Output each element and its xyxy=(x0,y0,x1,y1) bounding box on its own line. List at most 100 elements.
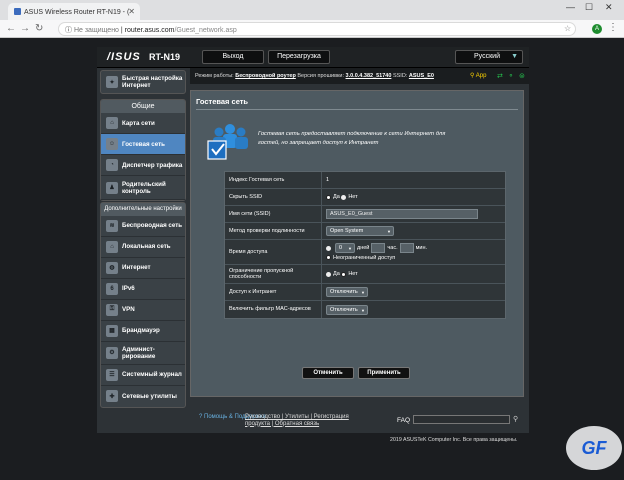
forward-icon[interactable]: → xyxy=(20,23,30,34)
hours-input[interactable] xyxy=(371,243,386,253)
app-link[interactable]: ⚲ App xyxy=(470,72,486,79)
back-icon[interactable]: ← xyxy=(6,23,16,34)
network-status-icon[interactable]: ⇄ xyxy=(497,72,503,80)
mode-link[interactable]: Беспроводной роутер xyxy=(235,73,296,79)
sidebar-item-network-tools[interactable]: ✚ Сетевые утилиты xyxy=(101,386,185,407)
auth-select[interactable]: Open System ▼ xyxy=(326,226,394,236)
days-select[interactable]: 0 ▼ xyxy=(335,243,355,253)
page-title: Гостевая сеть xyxy=(196,97,249,106)
sidebar-item-vpn[interactable]: ⚿ VPN xyxy=(101,300,185,321)
minutes-input[interactable] xyxy=(399,243,414,253)
time-limit-radio[interactable] xyxy=(326,245,331,251)
browser-tab[interactable]: ASUS Wireless Router RT-N19 - (✕ xyxy=(8,3,140,20)
apply-button[interactable]: Применить xyxy=(358,367,410,379)
url-path: /Guest_network.asp xyxy=(174,27,237,34)
sidebar-item-ipv6[interactable]: 6 IPv6 xyxy=(101,279,185,300)
no-label: Нет xyxy=(348,271,358,277)
chevron-down-icon: ▼ xyxy=(361,290,365,295)
sidebar-item-wan[interactable]: ◍ Интернет xyxy=(101,258,185,279)
guest-users-icon xyxy=(207,124,248,160)
auth-label: Метод проверки подлинности xyxy=(229,228,305,234)
watermark-logo: GF xyxy=(566,426,622,470)
globe-icon: ◍ xyxy=(106,261,118,274)
sidebar-label: Гостевая сеть xyxy=(122,140,165,148)
faq-search-input[interactable] xyxy=(413,415,510,424)
sidebar-item-guest-network[interactable]: ☺ Гостевая сеть xyxy=(101,134,185,155)
hide-ssid-no-radio[interactable] xyxy=(341,194,347,200)
traffic-icon: ◔ xyxy=(106,159,118,171)
form-row-auth: Метод проверки подлинности Open System ▼ xyxy=(225,223,505,240)
form-row-intranet: Доступ к Интранет Отключить ▼ xyxy=(225,284,505,301)
footer-links[interactable]: Руководство | Утилиты | Регистрация проду… xyxy=(245,414,349,427)
guest-network-icon: ☺ xyxy=(106,138,118,150)
days-label: дней xyxy=(357,245,370,251)
parental-icon: ♟ xyxy=(106,181,118,194)
mode-label: Режим работы: xyxy=(195,73,234,79)
sidebar-item-network-map[interactable]: ⌂ Карта сети xyxy=(101,113,185,134)
url-field[interactable]: ⓘ Не защищено | router.asus.com/Guest_ne… xyxy=(58,22,576,36)
close-tab-icon[interactable]: ✕ xyxy=(128,7,135,16)
bandwidth-yes-radio[interactable] xyxy=(326,271,331,277)
index-value: 1 xyxy=(326,177,330,183)
yes-label: Да xyxy=(333,194,340,200)
wifi-status-icon[interactable]: ⊜ xyxy=(519,72,525,80)
sidebar-item-parental-control[interactable]: ♟ Родительский контроль xyxy=(101,176,185,200)
sidebar-item-system-log[interactable]: ☰ Системный журнал xyxy=(101,365,185,386)
footer-links-line2[interactable]: продукта | Обратная связь xyxy=(245,421,349,428)
search-icon[interactable]: ⚲ xyxy=(513,415,518,423)
intranet-select[interactable]: Отключить ▼ xyxy=(326,287,368,297)
access-time-label: Время доступа xyxy=(229,249,268,255)
quick-setup-box[interactable]: ✦ Быстрая настройка Интернет xyxy=(100,70,186,94)
language-select[interactable]: Русский ▼ xyxy=(455,50,523,64)
sidebar-item-administration[interactable]: ⚙ Админист-рирование xyxy=(101,342,185,365)
copyright: 2019 ASUSTeK Computer Inc. Все права защ… xyxy=(390,437,518,443)
logout-button[interactable]: Выход xyxy=(202,50,264,64)
lan-icon: ⌂ xyxy=(106,240,118,253)
admin-icon: ⚙ xyxy=(106,346,118,359)
hide-ssid-yes-radio[interactable] xyxy=(326,194,331,200)
close-window-icon[interactable]: ✕ xyxy=(605,2,613,13)
sidebar-item-lan[interactable]: ⌂ Локальная сеть xyxy=(101,237,185,258)
footer-links-line1[interactable]: Руководство | Утилиты | Регистрация xyxy=(245,414,349,421)
intranet-label: Доступ к Интранет xyxy=(229,289,277,295)
avatar[interactable]: A xyxy=(592,24,602,34)
menu-icon[interactable]: ⋮ xyxy=(608,22,618,33)
ssid-link[interactable]: ASUS_E0 xyxy=(409,73,434,79)
ssid-label: SSID: xyxy=(392,73,408,79)
form-row-index: Индекс Гостевая сеть 1 xyxy=(225,172,505,189)
unlimited-radio[interactable] xyxy=(326,255,331,260)
wifi-icon: ≋ xyxy=(106,219,118,232)
usb-status-icon[interactable]: ⚬ xyxy=(508,72,514,80)
general-heading: Общие xyxy=(101,100,185,113)
reload-icon[interactable]: ↻ xyxy=(35,23,43,34)
sidebar-item-quick-setup[interactable]: ✦ Быстрая настройка Интернет xyxy=(101,71,185,93)
sidebar-label: Брандмауэр xyxy=(122,327,160,334)
minimize-icon[interactable]: — xyxy=(566,2,575,12)
no-label: Нет xyxy=(348,194,358,200)
sidebar-item-wireless[interactable]: ≋ Беспроводная сеть xyxy=(101,216,185,237)
mac-filter-label: Включить фильтр MAC-адресов xyxy=(229,306,311,312)
bandwidth-no-radio[interactable] xyxy=(341,271,347,277)
fw-label: Версия прошивки: xyxy=(297,73,344,79)
wizard-icon: ✦ xyxy=(106,76,118,88)
maximize-icon[interactable]: ☐ xyxy=(585,2,593,13)
ssid-input[interactable]: ASUS_E0_Guest xyxy=(326,209,478,219)
cancel-button[interactable]: Отменить xyxy=(302,367,354,379)
reboot-button[interactable]: Перезагрузка xyxy=(268,50,330,64)
favicon-icon xyxy=(14,8,21,15)
sidebar-item-traffic-manager[interactable]: ◔ Диспетчер трафика xyxy=(101,155,185,176)
sidebar-label: Карта сети xyxy=(122,119,155,127)
not-secure-label: Не защищено xyxy=(73,27,119,34)
sidebar-label: Диспетчер трафика xyxy=(122,161,183,169)
auth-value: Open System xyxy=(330,228,364,234)
sidebar-item-firewall[interactable]: ▦ Брандмауэр xyxy=(101,321,185,342)
network-map-icon: ⌂ xyxy=(106,117,118,129)
mac-filter-select[interactable]: Отключить ▼ xyxy=(326,304,368,315)
sidebar-label: Родительский контроль xyxy=(122,180,166,195)
language-value: Русский xyxy=(474,53,500,60)
sidebar-general: Общие ⌂ Карта сети ☺ Гостевая сеть ◔ Диспет… xyxy=(100,99,186,201)
bookmark-star-icon[interactable]: ☆ xyxy=(564,24,571,33)
tab-title: ASUS Wireless Router RT-N19 - ( xyxy=(24,9,130,16)
title-divider xyxy=(196,109,518,110)
fw-link[interactable]: 3.0.0.4.382_51740 xyxy=(346,73,392,79)
